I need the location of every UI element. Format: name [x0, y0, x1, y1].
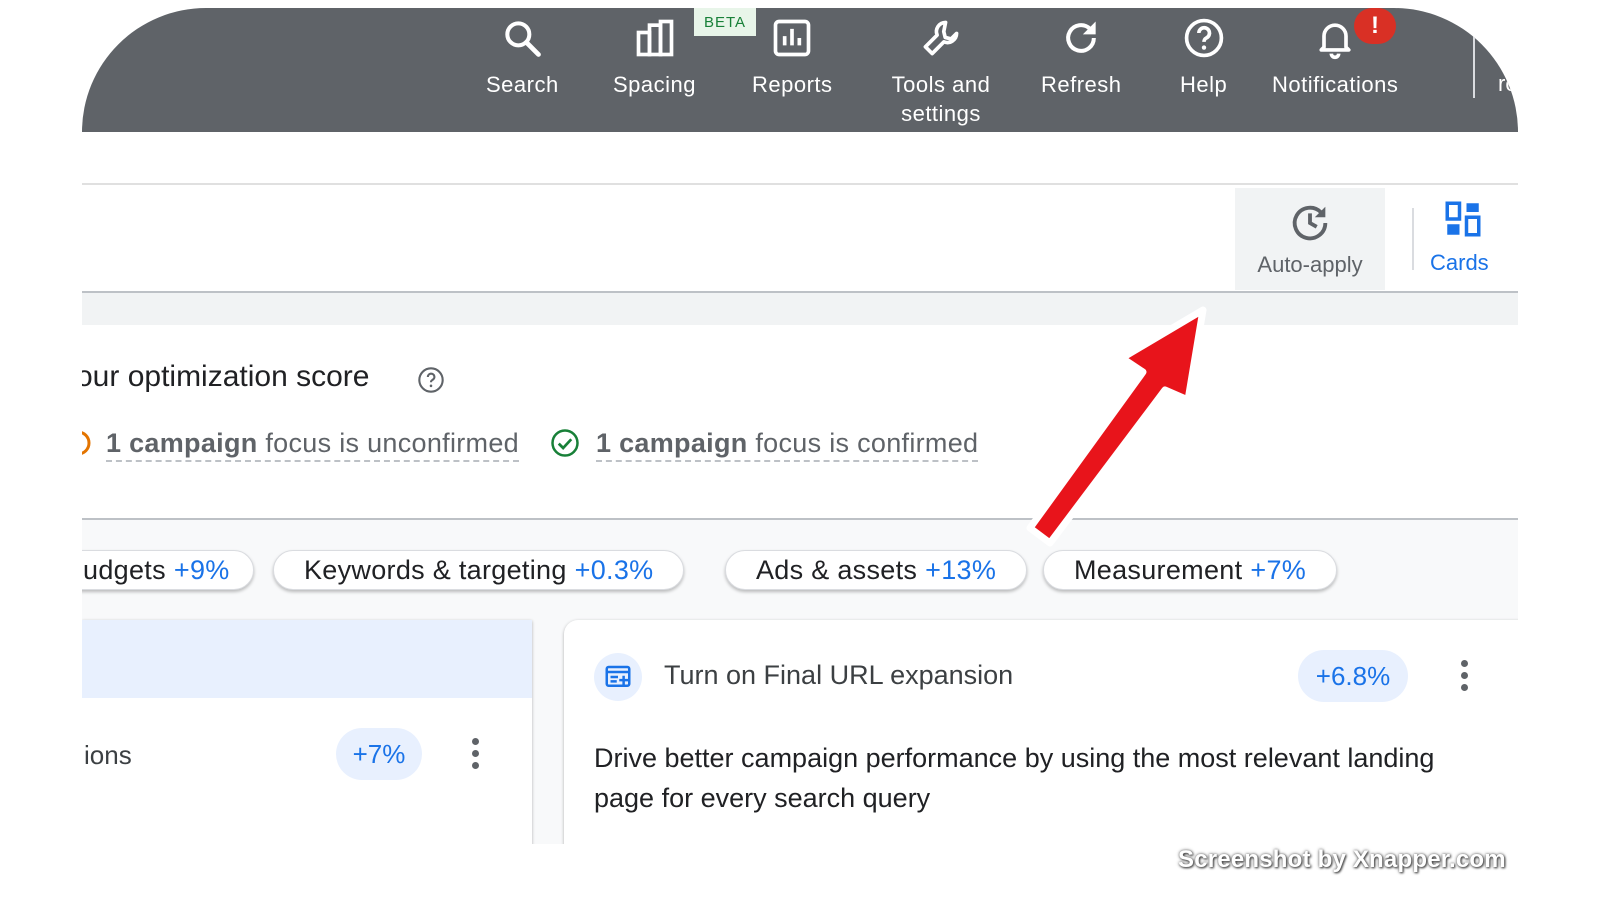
url-expansion-icon	[605, 665, 631, 687]
toolbar-divider	[1412, 208, 1414, 270]
auto-apply-button[interactable]: Auto-apply	[1235, 188, 1385, 290]
chip-measurement-pct: +7%	[1250, 554, 1307, 585]
beta-badge: BETA	[694, 8, 756, 36]
card-icon-container	[594, 653, 642, 701]
confirmed-text: focus is confirmed	[747, 428, 979, 458]
chip-budgets[interactable]: udgets +9%	[82, 550, 254, 590]
card-left-uplift-badge: +7%	[336, 728, 422, 780]
spacing-icon	[636, 19, 673, 57]
nav-spacing[interactable]: Spacing	[613, 16, 696, 99]
chip-measurement-label: Measurement	[1074, 554, 1243, 585]
chip-keywords-targeting[interactable]: Keywords & targeting +0.3%	[273, 550, 685, 590]
card-header-tint	[82, 620, 532, 698]
recommendation-card-left[interactable]: ions +7%	[82, 620, 532, 844]
cards-label: Cards	[1430, 250, 1489, 275]
chip-keywords-label: Keywords & targeting	[304, 554, 567, 585]
chip-ads-assets[interactable]: Ads & assets +13%	[725, 550, 1028, 590]
nav-spacing-label: Spacing	[613, 72, 697, 97]
unconfirmed-text: focus is unconfirmed	[257, 428, 519, 458]
warning-status-icon	[82, 431, 91, 455]
chip-ads-label: Ads & assets	[756, 554, 918, 585]
nav-reports[interactable]: Reports	[752, 16, 833, 99]
unconfirmed-count: 1 campaign	[106, 428, 258, 458]
chip-budgets-label: udgets	[83, 554, 166, 585]
bell-icon	[1319, 23, 1351, 60]
nav-refresh[interactable]: Refresh	[1041, 16, 1122, 99]
nav-help[interactable]: Help	[1180, 16, 1227, 99]
check-circle-icon	[551, 429, 579, 457]
help-icon	[1184, 18, 1223, 58]
card-left-more-icon[interactable]	[468, 738, 482, 778]
section-divider	[82, 183, 1518, 185]
nav-reports-label: Reports	[752, 72, 833, 97]
refresh-icon	[1066, 21, 1097, 53]
confirmed-count: 1 campaign	[596, 428, 748, 458]
optimization-score-title: our optimization score	[82, 360, 370, 393]
nav-notifications-label: Notifications	[1272, 72, 1399, 97]
nav-refresh-label: Refresh	[1041, 72, 1122, 97]
topbar-divider	[1473, 36, 1475, 98]
clock-history-icon	[1292, 205, 1328, 241]
card-more-icon[interactable]	[1457, 660, 1471, 700]
watermark: Screenshot by Xnapper.com	[1178, 846, 1506, 873]
notification-alert-badge: !	[1354, 8, 1396, 44]
auto-apply-label: Auto-apply	[1257, 252, 1363, 277]
chip-measurement[interactable]: Measurement +7%	[1043, 550, 1338, 590]
focus-unconfirmed-link[interactable]: 1 campaign focus is unconfirmed	[106, 428, 519, 462]
recommendation-card-final-url[interactable]: Turn on Final URL expansion +6.8% Drive …	[564, 620, 1518, 844]
toolbar-shadow-band	[82, 291, 1518, 325]
card-description: Drive better campaign performance by usi…	[594, 743, 1435, 813]
top-navigation-bar: Search Spacing BETA Reports Tools and se…	[82, 8, 1518, 132]
cards-view-button[interactable]: Cards	[1430, 198, 1518, 290]
chip-keywords-pct: +0.3%	[574, 554, 654, 585]
nav-help-label: Help	[1180, 72, 1228, 97]
reports-icon	[773, 19, 811, 57]
dashboard-icon	[1445, 201, 1481, 237]
focus-confirmed-link[interactable]: 1 campaign focus is confirmed	[596, 428, 979, 462]
card-uplift-badge: +6.8%	[1298, 650, 1408, 702]
search-icon	[505, 21, 542, 57]
chip-ads-pct: +13%	[925, 554, 997, 585]
nav-tools-label: Tools and settings	[891, 72, 991, 126]
topbar-cut-text[interactable]: ro	[1498, 71, 1518, 97]
card-title: Turn on Final URL expansion	[664, 660, 1014, 690]
nav-search[interactable]: Search	[486, 16, 559, 99]
question-help-icon[interactable]	[417, 366, 445, 394]
nav-search-label: Search	[486, 72, 559, 97]
wrench-icon	[923, 20, 959, 56]
chip-budgets-pct: +9%	[173, 554, 230, 585]
app-frame: Search Spacing BETA Reports Tools and se…	[82, 8, 1518, 844]
card-left-title: ions	[84, 740, 132, 770]
nav-tools-settings[interactable]: Tools and settings	[886, 16, 996, 128]
